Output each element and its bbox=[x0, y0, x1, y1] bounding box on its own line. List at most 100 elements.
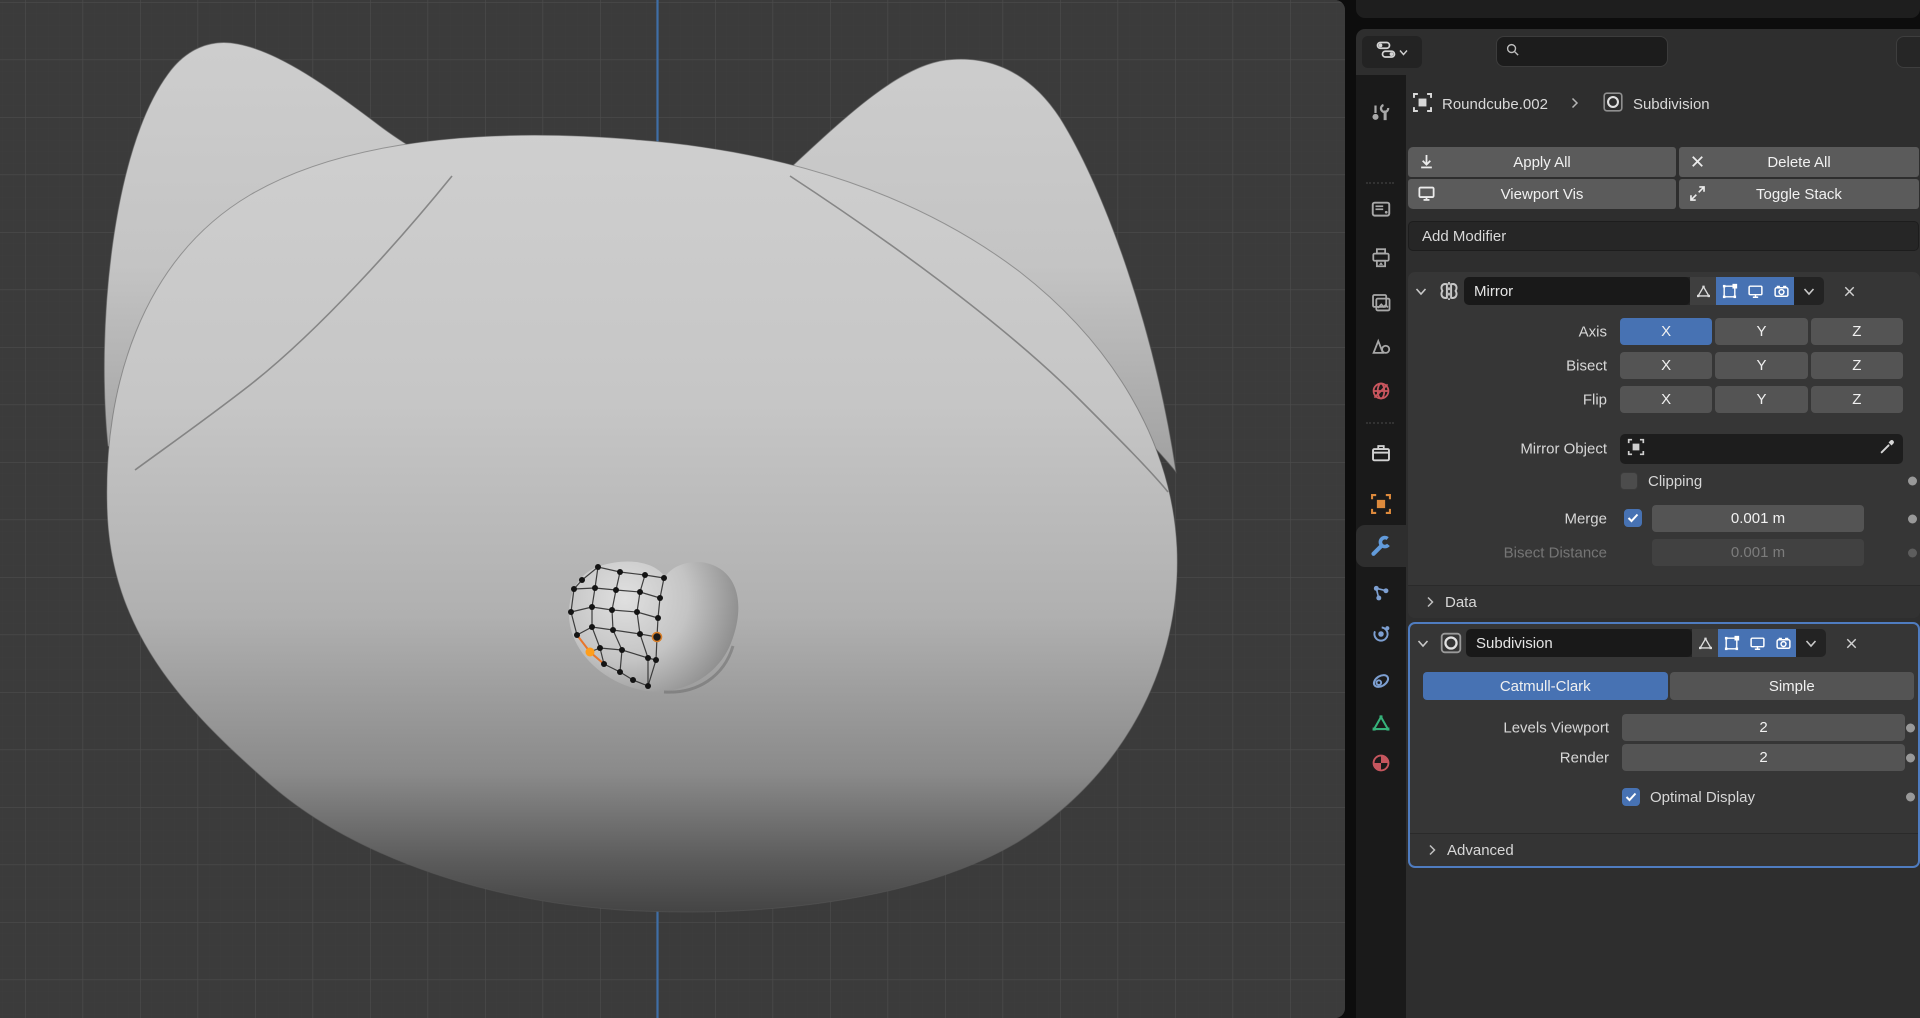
subdivision-close-icon[interactable] bbox=[1834, 636, 1868, 651]
axis-z-button[interactable]: Z bbox=[1811, 318, 1903, 345]
tab-object-data[interactable] bbox=[1356, 702, 1406, 744]
object-icon bbox=[1412, 92, 1433, 117]
expand-chevron-icon[interactable] bbox=[1408, 287, 1434, 296]
flip-z-button[interactable]: Z bbox=[1811, 386, 1903, 413]
monitor-icon bbox=[1417, 184, 1436, 207]
axis-row: Axis X Y Z bbox=[1408, 318, 1920, 345]
flip-x-button[interactable]: X bbox=[1620, 386, 1712, 413]
subdivision-name-field[interactable]: Subdivision bbox=[1466, 629, 1692, 657]
viewport-canvas[interactable] bbox=[0, 0, 1345, 1018]
levels-viewport-label: Levels Viewport bbox=[1410, 719, 1609, 736]
decorator-dot[interactable] bbox=[1906, 723, 1915, 732]
tab-view-layer[interactable] bbox=[1356, 282, 1406, 324]
bisect-distance-label: Bisect Distance bbox=[1408, 544, 1607, 561]
apply-all-button[interactable]: Apply All bbox=[1408, 147, 1676, 177]
render-levels-field[interactable]: 2 bbox=[1622, 744, 1905, 771]
axis-label: Axis bbox=[1408, 323, 1607, 340]
modifier-extras-menu[interactable] bbox=[1794, 277, 1824, 305]
toggle-realtime-display[interactable] bbox=[1742, 277, 1768, 305]
decorator-dot[interactable] bbox=[1908, 477, 1917, 486]
delete-all-label: Delete All bbox=[1767, 154, 1830, 171]
3d-viewport[interactable] bbox=[0, 0, 1345, 1018]
editor-type-button[interactable] bbox=[1362, 36, 1422, 68]
search-input[interactable] bbox=[1526, 43, 1646, 61]
mirror-object-row: Mirror Object bbox=[1408, 434, 1920, 464]
render-levels-label: Render bbox=[1410, 749, 1609, 766]
bisect-distance-field[interactable]: 0.001 m bbox=[1652, 539, 1864, 566]
tab-world[interactable] bbox=[1356, 370, 1406, 412]
tab-tool[interactable] bbox=[1356, 92, 1406, 134]
toggle-render-display[interactable] bbox=[1768, 277, 1794, 305]
bisect-y-button[interactable]: Y bbox=[1715, 352, 1807, 379]
axis-y-button[interactable]: Y bbox=[1715, 318, 1807, 345]
mirror-object-field[interactable] bbox=[1620, 434, 1903, 464]
selected-vertex[interactable] bbox=[586, 648, 595, 657]
toggle-render-display[interactable] bbox=[1770, 629, 1796, 657]
properties-editor-body: Roundcube.002 Subdivision Apply All bbox=[1356, 29, 1920, 1018]
ringed-vertex[interactable] bbox=[653, 633, 662, 642]
expand-chevron-icon[interactable] bbox=[1410, 639, 1436, 648]
simple-button[interactable]: Simple bbox=[1670, 672, 1915, 700]
tab-constraints[interactable] bbox=[1356, 660, 1406, 702]
mirror-header-controls: Mirror bbox=[1464, 277, 1824, 305]
outliner-bottom-edge bbox=[1356, 0, 1920, 18]
merge-threshold-field[interactable]: 0.001 m bbox=[1652, 505, 1864, 532]
tab-output[interactable] bbox=[1356, 237, 1406, 279]
search-box[interactable] bbox=[1496, 36, 1668, 67]
decorator-dot[interactable] bbox=[1906, 753, 1915, 762]
subdivision-modifier-panel: Subdivision bbox=[1408, 622, 1920, 868]
breadcrumb-modifier-name[interactable]: Subdivision bbox=[1633, 96, 1710, 113]
tab-collection[interactable] bbox=[1356, 433, 1406, 475]
flip-y-button[interactable]: Y bbox=[1715, 386, 1807, 413]
decorator-dot[interactable] bbox=[1908, 514, 1917, 523]
breadcrumb-object-name[interactable]: Roundcube.002 bbox=[1442, 96, 1548, 113]
object-icon bbox=[1627, 438, 1645, 461]
decorator-dot[interactable] bbox=[1908, 548, 1917, 557]
delete-all-button[interactable]: Delete All bbox=[1679, 147, 1919, 177]
bisect-z-button[interactable]: Z bbox=[1811, 352, 1903, 379]
merge-row: Merge 0.001 m bbox=[1408, 505, 1920, 532]
tab-material[interactable] bbox=[1356, 742, 1406, 784]
advanced-subpanel-header[interactable]: Advanced bbox=[1410, 833, 1918, 866]
breadcrumb-separator-icon bbox=[1570, 96, 1580, 113]
toggle-stack-button[interactable]: Toggle Stack bbox=[1679, 179, 1919, 209]
properties-editor-icon bbox=[1376, 41, 1396, 64]
download-icon bbox=[1417, 152, 1436, 175]
properties-header bbox=[1356, 29, 1920, 75]
toggle-on-cage[interactable] bbox=[1690, 277, 1716, 305]
tab-object[interactable] bbox=[1356, 483, 1406, 525]
decorator-dot[interactable] bbox=[1906, 793, 1915, 802]
tab-scene[interactable] bbox=[1356, 325, 1406, 367]
collapsed-chevron-icon bbox=[1426, 596, 1435, 608]
bisect-x-button[interactable]: X bbox=[1620, 352, 1712, 379]
merge-checkbox[interactable] bbox=[1624, 509, 1642, 527]
mirror-modifier-panel: Mirror bbox=[1408, 272, 1920, 618]
tab-separator bbox=[1366, 182, 1394, 184]
add-modifier-button[interactable]: Add Modifier bbox=[1408, 221, 1919, 251]
data-subpanel-header[interactable]: Data bbox=[1408, 585, 1920, 618]
viewport-vis-button[interactable]: Viewport Vis bbox=[1408, 179, 1676, 209]
mirror-name-field[interactable]: Mirror bbox=[1464, 277, 1690, 305]
eyedropper-icon[interactable] bbox=[1879, 438, 1896, 460]
subdivision-header-controls: Subdivision bbox=[1466, 629, 1826, 657]
levels-viewport-field[interactable]: 2 bbox=[1622, 714, 1905, 741]
toggle-realtime-display[interactable] bbox=[1744, 629, 1770, 657]
tab-modifiers-active[interactable] bbox=[1356, 525, 1406, 567]
tab-render[interactable] bbox=[1356, 188, 1406, 230]
subdivision-modifier-icon bbox=[1602, 91, 1624, 117]
axis-x-button[interactable]: X bbox=[1620, 318, 1712, 345]
toggle-edit-mode[interactable] bbox=[1716, 277, 1742, 305]
properties-editor: Roundcube.002 Subdivision Apply All bbox=[1356, 0, 1920, 1018]
catmull-clark-button[interactable]: Catmull-Clark bbox=[1423, 672, 1668, 700]
mirror-object-label: Mirror Object bbox=[1408, 441, 1607, 458]
tab-physics[interactable] bbox=[1356, 613, 1406, 655]
mirror-close-icon[interactable] bbox=[1832, 284, 1866, 299]
levels-viewport-row: Levels Viewport 2 bbox=[1410, 714, 1918, 741]
toggle-on-cage[interactable] bbox=[1692, 629, 1718, 657]
properties-tab-strip bbox=[1356, 75, 1406, 1018]
toggle-edit-mode[interactable] bbox=[1718, 629, 1744, 657]
modifier-extras-menu[interactable] bbox=[1796, 629, 1826, 657]
filter-button-partial[interactable] bbox=[1896, 36, 1920, 68]
tab-particles[interactable] bbox=[1356, 572, 1406, 614]
toggle-stack-label: Toggle Stack bbox=[1756, 186, 1842, 203]
